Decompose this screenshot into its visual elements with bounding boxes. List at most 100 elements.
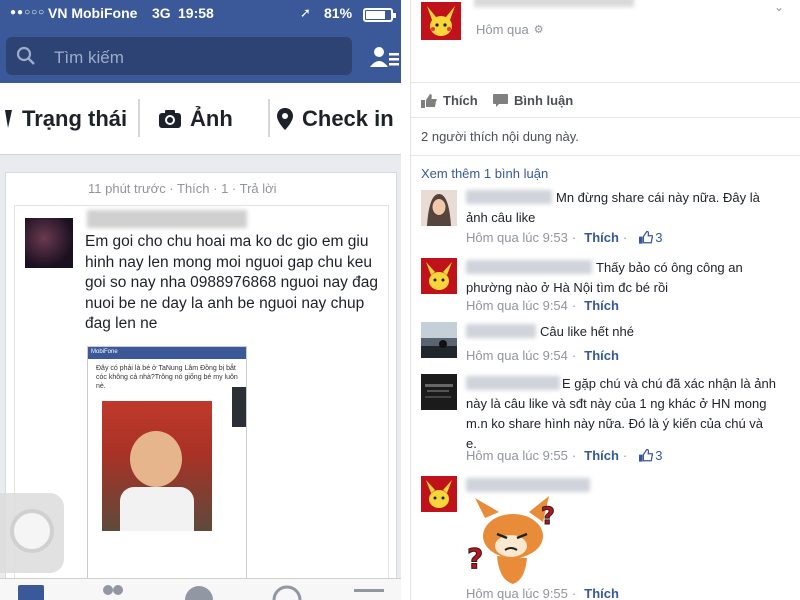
bottom-tab-bar bbox=[0, 578, 401, 600]
separator-dot: · bbox=[571, 348, 577, 363]
divider bbox=[411, 155, 800, 156]
like-button[interactable]: Thích bbox=[421, 93, 478, 108]
avatar[interactable] bbox=[421, 322, 457, 358]
inner-post-text: Em goi cho chu hoai ma ko dc gio em giu … bbox=[85, 233, 379, 332]
avatar[interactable] bbox=[421, 190, 457, 226]
comment-like-count[interactable]: 3 bbox=[639, 230, 663, 245]
camera-icon bbox=[159, 110, 181, 128]
audience-icon: ⚙ bbox=[533, 24, 544, 36]
comment-meta: Hôm qua lúc 9:54 · Thích bbox=[466, 298, 619, 313]
comment-like-button[interactable]: Thích bbox=[584, 448, 619, 463]
blurred-author-name[interactable] bbox=[474, 0, 634, 7]
like-label: Thích bbox=[443, 93, 478, 108]
comment-time[interactable]: Hôm qua lúc 9:54 bbox=[466, 298, 568, 313]
svg-text:?: ? bbox=[541, 502, 555, 530]
post-actions: Thích Bình luận bbox=[411, 82, 800, 118]
svg-text:?: ? bbox=[467, 542, 483, 575]
friend-requests-icon[interactable] bbox=[367, 45, 401, 69]
messenger-icon[interactable] bbox=[184, 585, 214, 600]
inner-post: Em goi cho chu hoai ma ko dc gio em giu … bbox=[14, 205, 389, 600]
view-more-comments-link[interactable]: Xem thêm 1 bình luận bbox=[421, 166, 548, 181]
avatar[interactable] bbox=[421, 476, 457, 512]
comment-like-count[interactable]: 3 bbox=[639, 448, 663, 463]
thumbs-up-icon bbox=[421, 93, 437, 108]
blurred-commenter-name[interactable] bbox=[466, 478, 590, 492]
attached-screenshot[interactable]: MobiFone Đây có phải là bé ở TaNung Lâm … bbox=[87, 346, 247, 596]
avatar bbox=[25, 218, 73, 268]
comment-time[interactable]: Hôm qua lúc 9:55 bbox=[466, 448, 568, 463]
post-timestamp[interactable]: Hôm qua ⚙ bbox=[476, 22, 544, 37]
comment-like-button[interactable]: Thích bbox=[584, 230, 619, 245]
status-bar: ●●○○○ VN MobiFone 3G 19:58 ➚ 81% bbox=[0, 0, 401, 28]
carrier-name: VN MobiFone bbox=[48, 5, 138, 21]
status-button[interactable]: Trạng thái bbox=[2, 106, 127, 132]
photo-label: Ảnh bbox=[190, 106, 233, 131]
thumbs-up-icon bbox=[639, 449, 654, 462]
battery-icon bbox=[363, 8, 396, 22]
comment-meta: Hôm qua lúc 9:53 · Thích · 3 bbox=[466, 230, 663, 245]
news-feed-icon[interactable] bbox=[18, 585, 44, 600]
facebook-post-panel: Hôm qua ⚙ ⌄ Thích Bình luận 2 người thíc… bbox=[410, 0, 800, 600]
comment-time[interactable]: Hôm qua lúc 9:53 bbox=[466, 230, 568, 245]
status-label: Trạng thái bbox=[22, 106, 128, 131]
comment-meta: Hôm qua lúc 9:54 · Thích bbox=[466, 348, 619, 363]
mini-caption: Đây có phải là bé ở TaNung Lâm Đồng bị b… bbox=[96, 365, 238, 390]
battery-level bbox=[366, 11, 385, 19]
comment-meta: Hôm qua lúc 9:55 · Thích bbox=[466, 586, 619, 600]
comment-meta: Hôm qua lúc 9:55 · Thích · 3 bbox=[466, 448, 663, 463]
comment-like-button[interactable]: Thích bbox=[584, 298, 619, 313]
battery-percent: 81% bbox=[324, 5, 353, 21]
comment-like-button[interactable]: Thích bbox=[584, 348, 619, 363]
network-type: 3G bbox=[152, 5, 171, 21]
thumbs-up-icon bbox=[639, 231, 654, 244]
confused-fox-sticker[interactable]: ? ? bbox=[463, 496, 563, 586]
menu-icon[interactable] bbox=[354, 585, 384, 600]
clock: 19:58 bbox=[178, 5, 214, 21]
separator-dot: · bbox=[571, 448, 577, 463]
separator-dot: · bbox=[571, 586, 577, 600]
separator-dot: · bbox=[571, 298, 577, 313]
avatar[interactable] bbox=[421, 374, 457, 410]
friends-tab-icon[interactable] bbox=[100, 585, 126, 600]
comment-text: E gặp chú và chú đã xác nhận là ảnh này … bbox=[466, 376, 776, 451]
assistive-touch-button[interactable] bbox=[0, 493, 64, 573]
search-bar: Tìm kiếm bbox=[0, 28, 401, 83]
inner-post-meta: 11 phút trước · Thích · 1 · Trả lời bbox=[88, 181, 277, 196]
signal-icon: ●●○○○ bbox=[10, 7, 46, 18]
separator-dot: · bbox=[622, 448, 628, 463]
composer-separator bbox=[268, 99, 270, 137]
checkin-label: Check in bbox=[302, 106, 394, 131]
comment-button[interactable]: Bình luận bbox=[493, 93, 573, 108]
mini-status-bar: MobiFone bbox=[88, 347, 246, 359]
avatar[interactable] bbox=[421, 258, 457, 294]
chevron-down-icon[interactable]: ⌄ bbox=[774, 0, 784, 14]
mini-sidebar bbox=[232, 387, 246, 427]
likes-summary[interactable]: 2 người thích nội dung này. bbox=[421, 129, 579, 144]
notifications-globe-icon[interactable] bbox=[272, 585, 302, 600]
phone-screenshot: ●●○○○ VN MobiFone 3G 19:58 ➚ 81% Tìm kiế… bbox=[0, 0, 401, 600]
comment-text: Mn đừng share cái này nữa. Đây là ảnh câ… bbox=[466, 190, 760, 225]
composer-separator bbox=[138, 99, 140, 137]
checkin-button[interactable]: Check in bbox=[276, 106, 394, 132]
post-time-label: Hôm qua bbox=[476, 22, 529, 37]
comment-time[interactable]: Hôm qua lúc 9:55 bbox=[466, 586, 568, 600]
comment-like-count-value: 3 bbox=[655, 448, 663, 463]
pencil-icon bbox=[5, 110, 12, 128]
comment-like-count-value: 3 bbox=[655, 230, 663, 245]
separator-dot: · bbox=[571, 230, 577, 245]
search-input[interactable]: Tìm kiếm bbox=[6, 37, 352, 75]
avatar[interactable] bbox=[421, 2, 461, 40]
photo-button[interactable]: Ảnh bbox=[158, 106, 233, 132]
comment-label: Bình luận bbox=[514, 93, 574, 108]
location-pin-icon bbox=[277, 108, 293, 130]
comment-like-button[interactable]: Thích bbox=[584, 586, 619, 600]
panel-divider bbox=[401, 0, 410, 600]
search-placeholder: Tìm kiếm bbox=[54, 48, 124, 67]
comment-bubble-icon bbox=[493, 94, 508, 107]
child-photo bbox=[102, 401, 212, 531]
assistive-touch-icon bbox=[10, 509, 54, 553]
composer-bar: Trạng thái Ảnh Check in bbox=[0, 83, 401, 155]
blurred-author-name bbox=[87, 210, 247, 228]
comment-text: Câu like hết nhé bbox=[540, 324, 634, 339]
comment-time[interactable]: Hôm qua lúc 9:54 bbox=[466, 348, 568, 363]
